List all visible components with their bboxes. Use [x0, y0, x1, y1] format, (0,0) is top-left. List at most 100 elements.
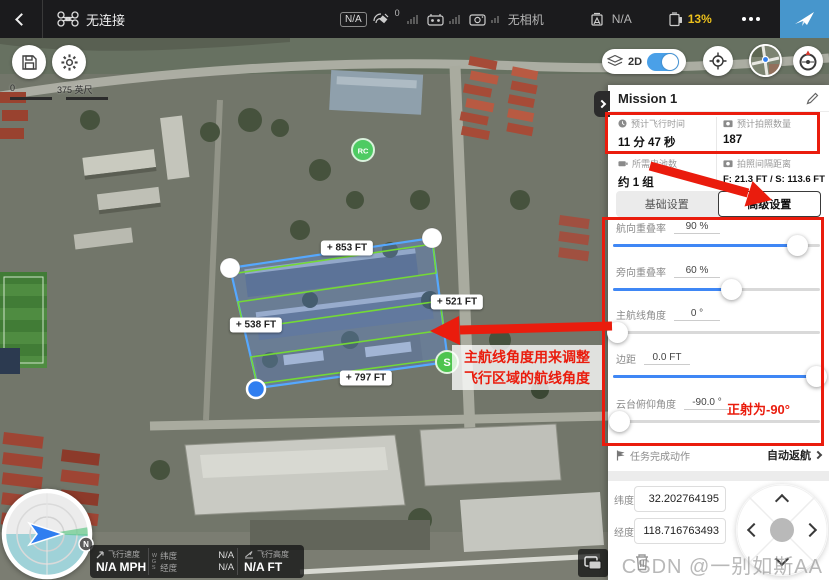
edge-length-label: + 521 FT: [431, 295, 483, 310]
altitude-icon: [244, 550, 254, 559]
longitude-input[interactable]: 118.716763493: [634, 518, 726, 544]
svg-text:N: N: [83, 540, 89, 549]
stat-batteries-needed: 所需电池数 约 1 组: [618, 157, 722, 190]
camera-view-toggle-button[interactable]: [578, 549, 608, 577]
slider-label: 主航线角度: [616, 307, 666, 322]
longitude-label: 经度: [614, 524, 634, 539]
camera-status-label: 无相机: [508, 11, 544, 28]
2d-toggle-switch[interactable]: [647, 53, 679, 71]
slider-thumb[interactable]: [806, 366, 827, 387]
stat-photo-interval: 拍照间隔距离 F: 21.3 FT / S: 113.6 FT: [723, 157, 827, 185]
slider-label: 航向重叠率: [616, 220, 666, 235]
divider: [608, 471, 829, 481]
scale-distance-label: 375 英尺: [57, 83, 93, 96]
interval-icon: [723, 159, 733, 168]
position-nudge-dpad[interactable]: [736, 484, 828, 576]
flag-icon: [616, 450, 626, 461]
drone-icon: [57, 11, 79, 27]
rc-signal-bars: [449, 15, 460, 24]
stat-photo-count: 预计拍照数量 187: [723, 117, 827, 146]
more-options-button[interactable]: [725, 0, 777, 38]
route-angle-slider[interactable]: [613, 331, 820, 334]
picture-in-picture-icon: [584, 556, 602, 570]
delete-vertex-icon[interactable]: [634, 552, 650, 571]
vertex-handle-selected[interactable]: [247, 380, 265, 398]
latitude-input[interactable]: 32.202764195: [634, 486, 726, 512]
slider-value-field[interactable]: 60 %: [674, 265, 720, 278]
save-mission-button[interactable]: [12, 45, 46, 79]
camera-icon: [469, 13, 486, 26]
takeoff-button[interactable]: [780, 0, 829, 38]
rc-battery-percent[interactable]: 13%: [688, 12, 712, 26]
slider-label: 云台俯仰角度: [616, 396, 676, 411]
back-button[interactable]: [0, 0, 42, 38]
slider-value-field[interactable]: 0 °: [674, 308, 720, 321]
vertex-handle[interactable]: [220, 258, 240, 278]
svg-text:S: S: [443, 357, 450, 369]
stat-flight-time: 预计飞行时间 11 分 47 秒: [618, 117, 722, 150]
map-mode-toggle[interactable]: 2D: [602, 49, 686, 74]
speed-readout: 飞行速度 N/A MPH: [90, 545, 148, 578]
edge-length-label: + 538 FT: [230, 318, 282, 333]
slider-thumb[interactable]: [787, 235, 808, 256]
locate-button[interactable]: [703, 46, 733, 76]
mission-title: Mission 1: [618, 91, 806, 106]
slider-label: 边距: [616, 351, 636, 366]
slider-row-margin: 边距 0.0 FT: [608, 349, 829, 393]
remote-controller-icon: [427, 13, 444, 26]
flight-compass[interactable]: N: [0, 484, 95, 580]
finish-action-label: 任务完成动作: [630, 448, 767, 463]
annotation-ortho-note: 正射为-90°: [727, 399, 790, 418]
minimap-thumbnail: [749, 44, 782, 77]
camera-signal-bars: [491, 16, 499, 23]
tab-advanced-settings[interactable]: 高级设置: [718, 191, 822, 217]
divider: [716, 117, 717, 185]
slider-thumb[interactable]: [721, 279, 742, 300]
battery-icon: [618, 159, 628, 168]
dpad-center-button[interactable]: [770, 518, 794, 542]
latitude-label: 纬度: [614, 492, 634, 507]
gear-icon: [60, 53, 79, 72]
slider-value-field[interactable]: -90.0 °: [684, 397, 730, 410]
compass-mode-button[interactable]: [793, 46, 823, 76]
airplane-icon: [793, 9, 817, 29]
telemetry-bar: 飞行速度 N/A MPH WGS 纬度N/A 经度N/A 飞行高度 N/A FT: [90, 545, 304, 578]
margin-slider[interactable]: [613, 375, 820, 378]
slider-row-side-overlap: 旁向重叠率 60 %: [608, 262, 829, 306]
aircraft-battery-value[interactable]: N/A: [612, 12, 632, 26]
mission-panel: Mission 1 预计飞行时间 11 分 47 秒 预计拍照数量 187 所需…: [608, 85, 829, 580]
slider-thumb[interactable]: [609, 411, 630, 432]
panel-header: Mission 1: [608, 85, 829, 112]
gps-mode-badge[interactable]: N/A: [340, 12, 367, 27]
forward-overlap-slider[interactable]: [613, 244, 820, 247]
svg-text:RC: RC: [358, 147, 369, 156]
top-status-bar: 无连接 N/A 0 无相机: [0, 0, 829, 38]
slider-thumb[interactable]: [607, 322, 628, 343]
slider-value-field[interactable]: 90 %: [674, 221, 720, 234]
aircraft-status[interactable]: 无连接: [57, 10, 125, 29]
save-icon: [21, 54, 38, 71]
map-mode-label: 2D: [628, 56, 642, 68]
aircraft-battery-icon: [590, 12, 607, 27]
edit-icon[interactable]: [806, 92, 819, 105]
satellite-count: 0: [395, 8, 400, 18]
clock-icon: [618, 119, 627, 128]
minimap-button[interactable]: [749, 44, 782, 77]
finish-action-row[interactable]: 任务完成动作 自动返航: [608, 443, 829, 467]
connection-status-label: 无连接: [86, 10, 125, 29]
tab-basic-settings[interactable]: 基础设置: [616, 191, 718, 217]
attitude-indicator-icon: [797, 50, 819, 72]
gimbal-pitch-slider[interactable]: [613, 420, 820, 423]
chevron-right-icon: [598, 100, 606, 108]
satellite-icon: [372, 11, 390, 27]
slider-value-field[interactable]: 0.0 FT: [644, 352, 690, 365]
side-overlap-slider[interactable]: [613, 288, 820, 291]
slider-label: 旁向重叠率: [616, 264, 666, 279]
mission-settings-button[interactable]: [52, 45, 86, 79]
finish-action-value: 自动返航: [767, 447, 811, 463]
crosshair-icon: [709, 52, 727, 70]
rc-battery-icon: [668, 12, 683, 27]
annotation-note: 主航线角度用来调整 飞行区域的航线角度: [452, 345, 602, 390]
speed-arrow-icon: [96, 550, 105, 559]
vertex-handle[interactable]: [422, 228, 442, 248]
